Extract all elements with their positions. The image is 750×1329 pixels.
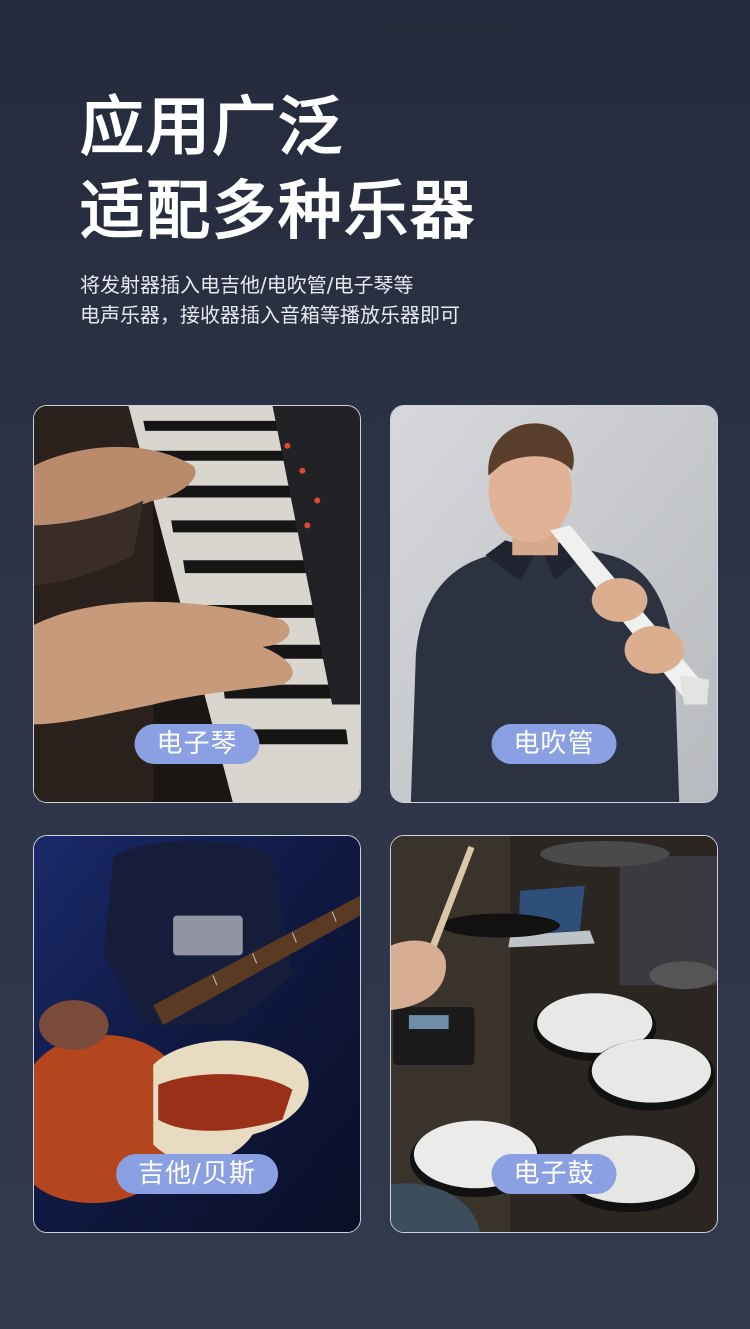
- instrument-label: 电子鼓: [491, 1154, 617, 1194]
- headline-line-2: 适配多种乐器: [80, 175, 476, 249]
- instrument-card-keyboard[interactable]: 电子琴: [33, 405, 361, 803]
- instrument-label: 吉他/贝斯: [116, 1154, 278, 1194]
- instrument-card-guitar[interactable]: 吉他/贝斯: [33, 835, 361, 1233]
- instrument-label: 电吹管: [491, 724, 617, 764]
- instrument-card-wind[interactable]: 电吹管: [390, 405, 718, 803]
- headline-line-1: 应用广泛: [80, 91, 344, 165]
- headline: 应用广泛 适配多种乐器: [80, 86, 476, 254]
- subtitle-line-2: 电声乐器，接收器插入音箱等播放乐器即可: [80, 303, 460, 327]
- instrument-card-drum[interactable]: 电子鼓: [390, 835, 718, 1233]
- subtitle-line-1: 将发射器插入电吉他/电吹管/电子琴等: [80, 273, 414, 297]
- instrument-label: 电子琴: [134, 724, 260, 764]
- subtitle: 将发射器插入电吉他/电吹管/电子琴等 电声乐器，接收器插入音箱等播放乐器即可: [80, 270, 460, 330]
